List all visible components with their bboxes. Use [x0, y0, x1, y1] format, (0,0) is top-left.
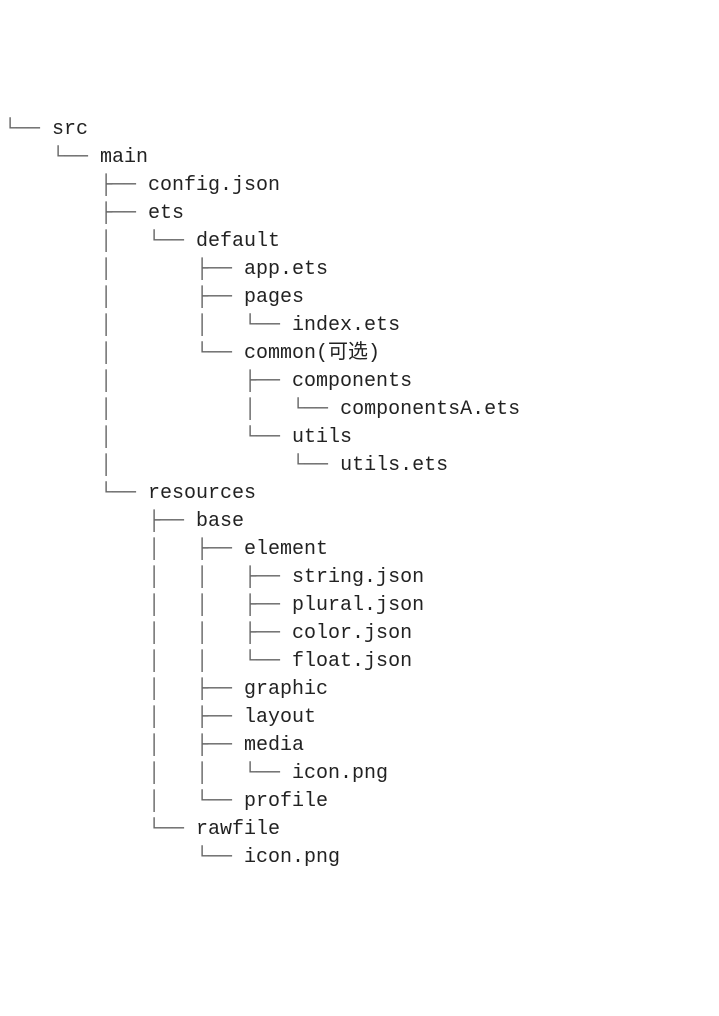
tree-line: │ │ └── index.ets — [4, 312, 715, 340]
tree-line: ├── config.json — [4, 172, 715, 200]
tree-node-name: ets — [148, 202, 184, 225]
tree-prefix: └── — [4, 818, 196, 841]
tree-node-name: float.json — [292, 650, 412, 673]
tree-prefix: │ │ └── — [4, 650, 292, 673]
tree-line: │ ├── app.ets — [4, 256, 715, 284]
tree-prefix: └── — [4, 146, 100, 169]
tree-line: ├── base — [4, 508, 715, 536]
tree-line: │ └── default — [4, 228, 715, 256]
tree-node-name: config.json — [148, 174, 280, 197]
tree-node-name: graphic — [244, 678, 328, 701]
tree-line: └── src — [4, 116, 715, 144]
tree-line: └── icon.png — [4, 844, 715, 872]
tree-line: │ └── common(可选) — [4, 340, 715, 368]
tree-node-name: icon.png — [292, 762, 388, 785]
tree-line: │ ├── element — [4, 536, 715, 564]
tree-line: │ │ └── icon.png — [4, 760, 715, 788]
tree-node-name: rawfile — [196, 818, 280, 841]
tree-line: │ ├── pages — [4, 284, 715, 312]
tree-node-name: icon.png — [244, 846, 340, 869]
tree-line: └── rawfile — [4, 816, 715, 844]
tree-node-name: componentsA.ets — [340, 398, 520, 421]
tree-line: │ ├── graphic — [4, 676, 715, 704]
tree-node-name: default — [196, 230, 280, 253]
tree-prefix: │ │ ├── — [4, 566, 292, 589]
tree-prefix: │ │ └── — [4, 762, 292, 785]
tree-node-name: app.ets — [244, 258, 328, 281]
tree-prefix: │ ├── — [4, 734, 244, 757]
tree-line: │ │ ├── color.json — [4, 620, 715, 648]
tree-line: │ ├── media — [4, 732, 715, 760]
tree-node-name: main — [100, 146, 148, 169]
tree-line: │ ├── components — [4, 368, 715, 396]
tree-prefix: │ ├── — [4, 678, 244, 701]
tree-node-name: base — [196, 510, 244, 533]
tree-node-name: profile — [244, 790, 328, 813]
tree-prefix: │ │ └── — [4, 314, 292, 337]
tree-prefix: │ └── — [4, 342, 244, 365]
tree-line: │ │ ├── plural.json — [4, 592, 715, 620]
tree-line: │ └── profile — [4, 788, 715, 816]
tree-node-name: pages — [244, 286, 304, 309]
tree-line: │ │ ├── string.json — [4, 564, 715, 592]
tree-node-name: media — [244, 734, 304, 757]
tree-prefix: │ ├── — [4, 538, 244, 561]
tree-node-name: utils — [292, 426, 352, 449]
tree-line: │ └── utils — [4, 424, 715, 452]
tree-node-name: color.json — [292, 622, 412, 645]
tree-prefix: │ ├── — [4, 286, 244, 309]
tree-line: │ │ └── float.json — [4, 648, 715, 676]
tree-prefix: │ ├── — [4, 706, 244, 729]
tree-node-name: src — [52, 118, 88, 141]
tree-prefix: │ ├── — [4, 258, 244, 281]
tree-line: │ ├── layout — [4, 704, 715, 732]
directory-tree: └── src └── main ├── config.json ├── ets… — [4, 116, 715, 872]
tree-line: │ └── utils.ets — [4, 452, 715, 480]
tree-node-name: common(可选) — [244, 342, 380, 365]
tree-node-name: element — [244, 538, 328, 561]
tree-prefix: │ └── — [4, 790, 244, 813]
tree-prefix: │ │ ├── — [4, 594, 292, 617]
tree-prefix: ├── — [4, 510, 196, 533]
tree-node-name: layout — [244, 706, 316, 729]
tree-line: └── main — [4, 144, 715, 172]
tree-prefix: │ └── — [4, 454, 340, 477]
tree-node-name: utils.ets — [340, 454, 448, 477]
tree-line: └── resources — [4, 480, 715, 508]
tree-prefix: │ └── — [4, 426, 292, 449]
tree-node-name: string.json — [292, 566, 424, 589]
tree-prefix: └── — [4, 118, 52, 141]
tree-prefix: │ └── — [4, 230, 196, 253]
tree-node-name: plural.json — [292, 594, 424, 617]
tree-line: ├── ets — [4, 200, 715, 228]
tree-node-name: components — [292, 370, 412, 393]
tree-prefix: │ │ ├── — [4, 622, 292, 645]
tree-prefix: └── — [4, 846, 244, 869]
tree-prefix: │ ├── — [4, 370, 292, 393]
tree-prefix: └── — [4, 482, 148, 505]
tree-prefix: ├── — [4, 202, 148, 225]
tree-node-name: index.ets — [292, 314, 400, 337]
tree-line: │ │ └── componentsA.ets — [4, 396, 715, 424]
tree-prefix: ├── — [4, 174, 148, 197]
tree-prefix: │ │ └── — [4, 398, 340, 421]
tree-node-name: resources — [148, 482, 256, 505]
